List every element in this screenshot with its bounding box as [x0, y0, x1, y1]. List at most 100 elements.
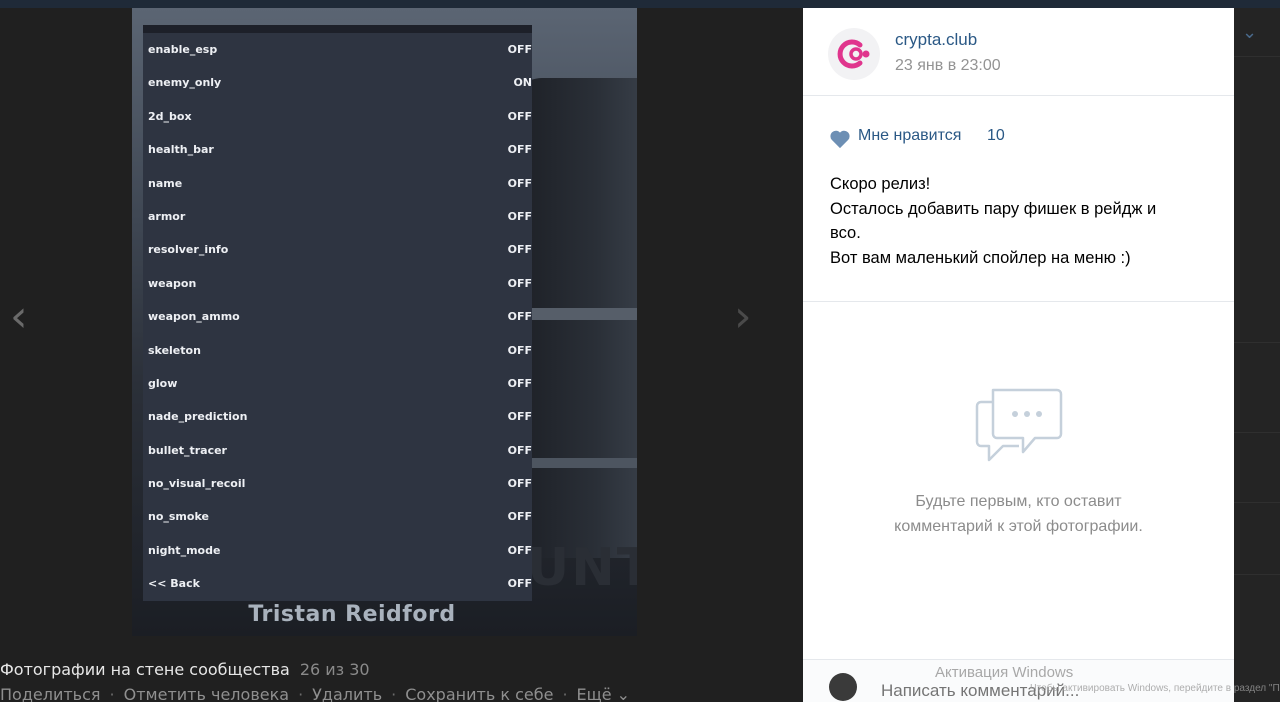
- character-name: Tristan Reidford: [248, 602, 456, 627]
- esp-option-label: << Back: [148, 577, 200, 591]
- esp-option-label: name: [148, 176, 183, 190]
- photo-image[interactable]: UNT enable_esp OFF enemy_only ON 2d_box OFF he…: [132, 8, 637, 636]
- esp-menu-item[interactable]: weapon_ammo OFF: [143, 300, 532, 333]
- like-count: 10: [987, 127, 1005, 144]
- esp-menu-item[interactable]: name OFF: [143, 167, 532, 200]
- esp-menu-item[interactable]: armor OFF: [143, 200, 532, 233]
- esp-menu-item[interactable]: night_mode OFF: [143, 534, 532, 567]
- esp-option-value: OFF: [507, 443, 532, 457]
- post-text-line: Осталось добавить пару фишек в рейдж и: [830, 199, 1157, 218]
- group-avatar[interactable]: [828, 28, 880, 80]
- esp-option-label: enemy_only: [148, 76, 222, 90]
- esp-option-label: glow: [148, 376, 178, 390]
- esp-option-label: resolver_info: [148, 243, 229, 257]
- no-comments-line: комментарий к этой фотографии.: [894, 517, 1143, 535]
- esp-option-label: weapon: [148, 276, 197, 290]
- esp-option-value: OFF: [507, 276, 532, 290]
- post-text: Скоро релиз! Осталось добавить пару фише…: [830, 172, 1210, 270]
- photo-caption: Фотографии на стене сообщества 26 из 30: [0, 660, 370, 679]
- esp-menu-item[interactable]: resolver_info OFF: [143, 233, 532, 266]
- esp-option-label: weapon_ammo: [148, 310, 240, 324]
- esp-menu-item[interactable]: nade_prediction OFF: [143, 400, 532, 433]
- esp-menu: enable_esp OFF enemy_only ON 2d_box OFF health…: [143, 25, 532, 601]
- esp-menu-item[interactable]: no_visual_recoil OFF: [143, 467, 532, 500]
- windows-activation-hint: Чтобы активировать Windows, перейдите в …: [1030, 683, 1280, 694]
- photo-counter: 26 из 30: [299, 660, 370, 679]
- esp-menu-item[interactable]: 2d_box OFF: [143, 100, 532, 133]
- prev-photo-arrow-icon[interactable]: ‹: [10, 295, 28, 339]
- user-avatar[interactable]: [829, 673, 857, 701]
- esp-option-value: OFF: [507, 109, 532, 123]
- separator: ·: [391, 685, 397, 702]
- esp-option-label: nade_prediction: [148, 410, 248, 424]
- post-text-line: всо.: [830, 224, 861, 242]
- esp-option-label: armor: [148, 209, 186, 223]
- post-text-line: Вот вам маленький спойлер на меню :): [830, 248, 1131, 267]
- photo-viewer: ⌄ UNT enable_esp OFF enemy_only ON 2d_box OFF…: [0, 0, 1280, 702]
- chevron-down-icon[interactable]: ⌄: [1242, 22, 1257, 43]
- post-text-line: Скоро релиз!: [830, 175, 931, 193]
- esp-option-label: no_smoke: [148, 510, 209, 524]
- like-label: Мне нравится: [858, 127, 962, 144]
- esp-option-value: ON: [513, 76, 532, 90]
- no-comments-line: Будьте первым, кто оставит: [915, 493, 1122, 510]
- esp-option-label: 2d_box: [148, 109, 192, 123]
- photo-actions: Поделиться · Отметить человека · Удалить · Сох…: [0, 685, 630, 702]
- esp-menu-item[interactable]: glow OFF: [143, 367, 532, 400]
- esp-menu-item[interactable]: enemy_only ON: [143, 66, 532, 99]
- divider: [1234, 342, 1280, 343]
- share-link[interactable]: Поделиться: [0, 685, 101, 702]
- post-date[interactable]: 23 янв в 23:00: [895, 57, 1001, 75]
- background-stripe: [532, 458, 637, 468]
- divider: [1234, 574, 1280, 575]
- esp-option-value: OFF: [507, 43, 532, 56]
- esp-option-value: OFF: [507, 243, 532, 257]
- next-photo-arrow-icon[interactable]: ›: [734, 295, 752, 339]
- background-page: ⌄: [1234, 8, 1280, 702]
- no-comments-text: Будьте первым, кто оставит комментарий к…: [803, 490, 1234, 539]
- esp-option-value: OFF: [507, 310, 532, 324]
- esp-option-value: OFF: [507, 577, 532, 591]
- esp-option-value: OFF: [507, 543, 532, 557]
- separator: ·: [298, 685, 304, 702]
- esp-menu-item[interactable]: enable_esp OFF: [143, 33, 532, 66]
- esp-menu-item[interactable]: no_smoke OFF: [143, 500, 532, 533]
- esp-menu-item[interactable]: bullet_tracer OFF: [143, 434, 532, 467]
- tag-person-link[interactable]: Отметить человека: [124, 685, 289, 702]
- separator: ·: [562, 685, 568, 702]
- esp-menu-item[interactable]: skeleton OFF: [143, 334, 532, 367]
- esp-option-label: no_visual_recoil: [148, 477, 246, 491]
- album-title[interactable]: Фотографии на стене сообщества: [0, 660, 290, 679]
- top-bar: [0, 0, 1280, 8]
- more-link[interactable]: Ещё: [577, 685, 612, 702]
- esp-option-value: OFF: [507, 510, 532, 524]
- save-link[interactable]: Сохранить к себе: [405, 685, 553, 702]
- menu-titlebar: [143, 25, 532, 33]
- post-header: crypta.club 23 янв в 23:00: [803, 8, 1234, 96]
- esp-option-value: OFF: [507, 477, 532, 491]
- background-stripe: [532, 308, 637, 320]
- separator: ·: [109, 685, 115, 702]
- esp-menu-item[interactable]: << Back OFF: [143, 567, 532, 600]
- esp-option-value: OFF: [507, 376, 532, 390]
- background-letters: UNT: [527, 538, 637, 598]
- comments-bubble-icon: [975, 388, 1063, 462]
- group-name-link[interactable]: crypta.club: [895, 30, 977, 50]
- esp-option-value: OFF: [507, 209, 532, 223]
- delete-link[interactable]: Удалить: [312, 685, 382, 702]
- post-panel: crypta.club 23 янв в 23:00 Мне нравится …: [803, 8, 1234, 702]
- divider: [803, 301, 1234, 302]
- esp-option-value: OFF: [507, 410, 532, 424]
- chevron-down-icon[interactable]: ⌄: [617, 685, 630, 702]
- esp-menu-item[interactable]: health_bar OFF: [143, 133, 532, 166]
- esp-option-value: OFF: [507, 143, 532, 157]
- esp-menu-item[interactable]: weapon OFF: [143, 267, 532, 300]
- divider: [1234, 502, 1280, 503]
- heart-icon: [830, 130, 850, 149]
- divider: [1234, 56, 1280, 57]
- esp-option-value: OFF: [507, 176, 532, 190]
- esp-option-label: bullet_tracer: [148, 443, 227, 457]
- esp-option-label: enable_esp: [148, 43, 218, 56]
- esp-option-label: skeleton: [148, 343, 201, 357]
- esp-option-value: OFF: [507, 343, 532, 357]
